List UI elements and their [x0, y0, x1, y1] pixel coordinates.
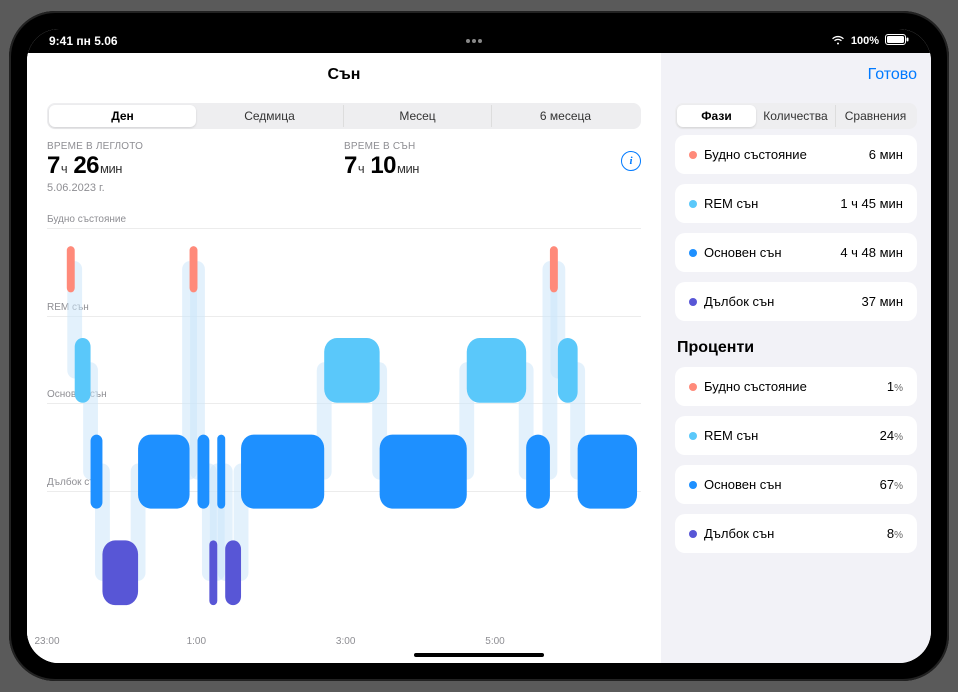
- phase-label: Основен сън: [704, 245, 782, 260]
- stat-label: ВРЕМЕ В ЛЕГЛОТО: [47, 141, 344, 152]
- status-time: 9:41 пн 5.06: [49, 34, 118, 48]
- phase-card-core[interactable]: Основен сън 4 ч 48 мин: [675, 233, 917, 272]
- status-bar: 9:41 пн 5.06 100%: [27, 29, 931, 53]
- segment-6 месеца[interactable]: 6 месеца: [492, 105, 639, 127]
- phase-value: 37 мин: [862, 294, 903, 309]
- phase-value: 8%: [887, 526, 903, 541]
- segment-Месец[interactable]: Месец: [344, 105, 492, 127]
- segment-Сравнения[interactable]: Сравнения: [836, 105, 915, 127]
- main-panel: Сън ДенСедмицаМесец6 месеца ВРЕМЕ В ЛЕГЛ…: [27, 53, 661, 663]
- section-title-percent: Проценти: [677, 339, 917, 357]
- phase-value: 6 мин: [869, 147, 903, 162]
- dot-icon: [689, 481, 697, 489]
- phase-card-awake[interactable]: Будно състояние 1%: [675, 367, 917, 406]
- side-panel: Готово ФазиКоличестваСравнения Будно със…: [661, 53, 931, 663]
- dot-icon: [689, 151, 697, 159]
- phase-value: 24%: [880, 428, 903, 443]
- phase-value: 1 ч 45 мин: [840, 196, 903, 211]
- dot-icon: [689, 432, 697, 440]
- segment-Седмица[interactable]: Седмица: [196, 105, 344, 127]
- done-button[interactable]: Готово: [868, 66, 917, 84]
- battery-icon: [885, 34, 909, 48]
- info-icon[interactable]: i: [621, 151, 641, 171]
- stat-time-in-bed: ВРЕМЕ В ЛЕГЛОТО 7ч 26мин 5.06.2023 г.: [47, 141, 344, 194]
- phase-value: 67%: [880, 477, 903, 492]
- phase-card-deep[interactable]: Дълбок сън 8%: [675, 514, 917, 553]
- phase-label: REM сън: [704, 196, 758, 211]
- segment-Ден[interactable]: Ден: [49, 105, 196, 127]
- phase-card-rem[interactable]: REM сън 24%: [675, 416, 917, 455]
- dot-icon: [689, 530, 697, 538]
- dot-icon: [689, 200, 697, 208]
- device-frame: 9:41 пн 5.06 100% Сън ДенСед: [9, 11, 949, 681]
- stat-time-asleep: ВРЕМЕ В СЪН 7ч 10мин: [344, 141, 641, 194]
- phase-label: REM сън: [704, 428, 758, 443]
- sleep-hypnogram-chart[interactable]: Будно състояниеREM сънОсновен сънДълбок …: [47, 202, 641, 653]
- phase-value: 4 ч 48 мин: [840, 245, 903, 260]
- phase-label: Основен сън: [704, 477, 782, 492]
- multitask-dots[interactable]: [466, 39, 482, 43]
- phase-label: Дълбок сън: [704, 526, 774, 541]
- segment-Количества[interactable]: Количества: [756, 105, 836, 127]
- phase-card-awake[interactable]: Будно състояние 6 мин: [675, 135, 917, 174]
- dot-icon: [689, 249, 697, 257]
- screen: 9:41 пн 5.06 100% Сън ДенСед: [27, 29, 931, 663]
- dot-icon: [689, 298, 697, 306]
- phase-duration-list: Будно състояние 6 мин REM сън 1 ч 45 мин Осн…: [675, 135, 917, 331]
- stat-date: 5.06.2023 г.: [47, 182, 344, 194]
- page-title: Сън: [328, 66, 361, 84]
- phase-label: Будно състояние: [704, 147, 807, 162]
- battery-percent: 100%: [851, 35, 879, 47]
- phase-label: Будно състояние: [704, 379, 807, 394]
- phase-card-rem[interactable]: REM сън 1 ч 45 мин: [675, 184, 917, 223]
- phase-card-core[interactable]: Основен сън 67%: [675, 465, 917, 504]
- phase-value: 1%: [887, 379, 903, 394]
- phase-label: Дълбок сън: [704, 294, 774, 309]
- phase-percent-list: Будно състояние 1% REM сън 24% Основен сън 67…: [675, 367, 917, 563]
- range-segmented-control[interactable]: ДенСедмицаМесец6 месеца: [47, 103, 641, 129]
- dot-icon: [689, 383, 697, 391]
- home-indicator[interactable]: [414, 653, 544, 657]
- segment-Фази[interactable]: Фази: [677, 105, 756, 127]
- detail-segmented-control[interactable]: ФазиКоличестваСравнения: [675, 103, 917, 129]
- stat-label: ВРЕМЕ В СЪН: [344, 141, 641, 152]
- phase-card-deep[interactable]: Дълбок сън 37 мин: [675, 282, 917, 321]
- wifi-icon: [831, 35, 845, 48]
